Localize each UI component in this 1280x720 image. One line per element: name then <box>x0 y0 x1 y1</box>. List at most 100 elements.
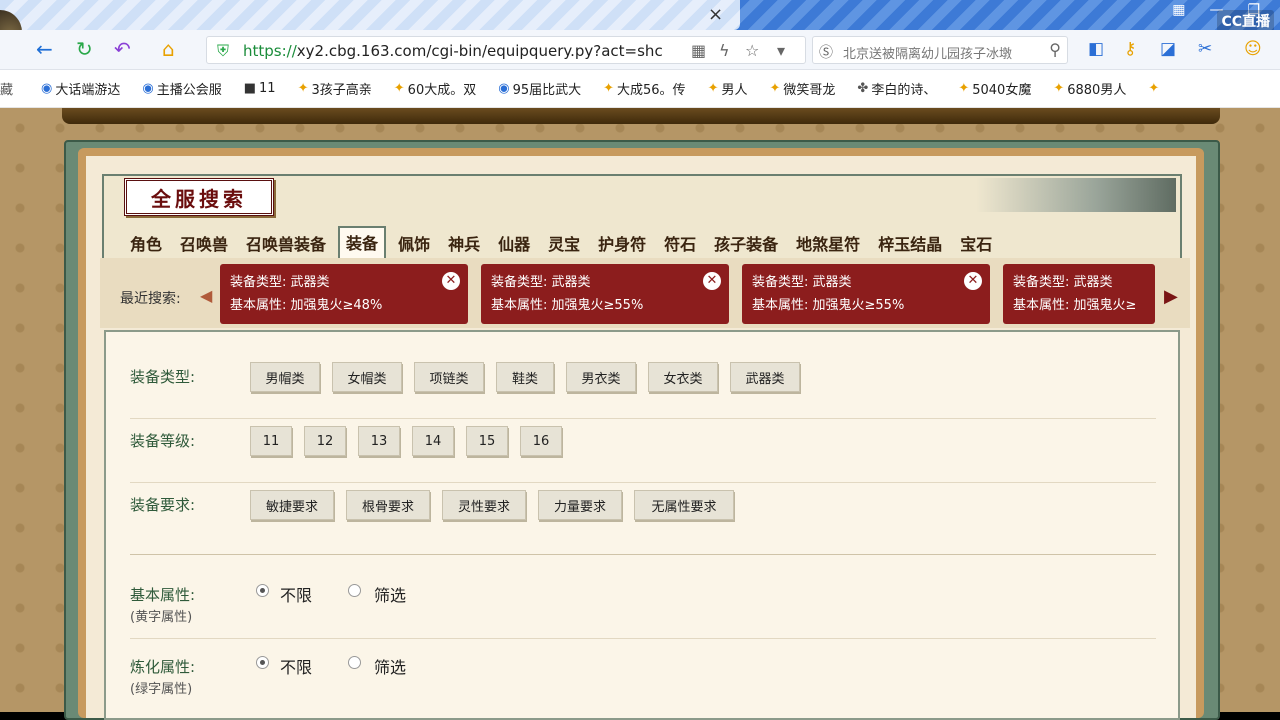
req-button[interactable]: 灵性要求 <box>442 490 526 520</box>
basic-unlimited-radio[interactable] <box>256 584 269 597</box>
tab-jade-crystal[interactable]: 梓玉结晶 <box>878 231 942 258</box>
basic-attr-label: 基本属性: <box>130 586 196 604</box>
level-button[interactable]: 11 <box>250 426 292 456</box>
tab-immortal-item[interactable]: 仙器 <box>498 231 530 258</box>
type-button[interactable]: 男帽类 <box>250 362 320 392</box>
tab-summon[interactable]: 召唤兽 <box>180 231 228 258</box>
chevron-down-icon[interactable]: ▾ <box>777 41 785 60</box>
browser-toolbar: ← ↻ ↶ ⌂ ⛨ https://xy2.cbg.163.com/cgi-bi… <box>0 30 1280 70</box>
page-background: 全服搜索 角色 召唤兽 召唤兽装备 装备 佩饰 神兵 仙器 灵宝 护身符 符石 … <box>0 108 1280 720</box>
recent-search-chip[interactable]: 装备类型: 武器类 基本属性: 加强鬼火≥55% ✕ <box>481 264 729 324</box>
tab-summon-equip[interactable]: 召唤兽装备 <box>246 231 326 258</box>
chip-line: 装备类型: 武器类 <box>491 275 591 290</box>
bookmark-item[interactable]: ✦ 3孩子高亲 <box>298 79 372 98</box>
tab-role[interactable]: 角色 <box>130 231 162 258</box>
level-button[interactable]: 16 <box>520 426 562 456</box>
type-button[interactable]: 项链类 <box>414 362 484 392</box>
back-icon[interactable]: ← <box>36 37 53 61</box>
calendar-icon[interactable]: ▦ <box>1172 2 1185 18</box>
req-button[interactable]: 力量要求 <box>538 490 622 520</box>
reload-icon[interactable]: ↻ <box>76 37 93 61</box>
address-bar[interactable]: ⛨ https://xy2.cbg.163.com/cgi-bin/equipq… <box>206 36 806 64</box>
home-icon[interactable]: ⌂ <box>162 37 175 61</box>
category-tabs: 角色 召唤兽 召唤兽装备 装备 佩饰 神兵 仙器 灵宝 护身符 符石 孩子装备 … <box>130 226 1010 258</box>
key-icon[interactable]: ⚷ <box>1124 39 1136 59</box>
recent-search-chip[interactable]: 装备类型: 武器类 基本属性: 加强鬼火≥ <box>1003 264 1155 324</box>
tab-close-icon[interactable]: × <box>708 4 723 25</box>
bookmark-item[interactable]: ■ 11 <box>244 81 276 96</box>
scroll-right-icon[interactable]: ▶ <box>1164 286 1178 307</box>
level-button[interactable]: 12 <box>304 426 346 456</box>
divider <box>130 482 1156 483</box>
search-input[interactable]: 北京送被隔离幼儿园孩子冰墩 <box>843 43 1039 62</box>
tab-accessory[interactable]: 佩饰 <box>398 231 430 258</box>
refine-unlimited-radio[interactable] <box>256 656 269 669</box>
bookmark-fragment[interactable]: 藏 <box>0 79 13 98</box>
refine-filter-label[interactable]: 筛选 <box>374 654 406 678</box>
tab-child-equip[interactable]: 孩子装备 <box>714 231 778 258</box>
req-button[interactable]: 根骨要求 <box>346 490 430 520</box>
undo-icon[interactable]: ↶ <box>114 37 131 61</box>
type-button[interactable]: 女衣类 <box>648 362 718 392</box>
req-button[interactable]: 无属性要求 <box>634 490 734 520</box>
active-browser-tab[interactable] <box>0 0 740 30</box>
req-button[interactable]: 敏捷要求 <box>250 490 334 520</box>
page-title: 全服搜索 <box>124 178 274 216</box>
search-box[interactable]: Ⓢ 北京送被隔离幼儿园孩子冰墩 ⚲ <box>812 36 1068 64</box>
tab-rune-stone[interactable]: 符石 <box>664 231 696 258</box>
level-button[interactable]: 13 <box>358 426 400 456</box>
basic-filter-label[interactable]: 筛选 <box>374 582 406 606</box>
equip-req-label: 装备要求: <box>130 496 196 514</box>
level-button[interactable]: 15 <box>466 426 508 456</box>
type-button[interactable]: 女帽类 <box>332 362 402 392</box>
browser-tabstrip: × ▦ — ❐ CC直播 <box>0 0 1280 32</box>
bookmark-item[interactable]: ✦ <box>1148 81 1159 96</box>
refine-attr-sub: (绿字属性) <box>130 682 193 697</box>
recent-search-chip[interactable]: 装备类型: 武器类 基本属性: 加强鬼火≥48% ✕ <box>220 264 468 324</box>
lightning-icon[interactable]: ϟ <box>719 41 730 60</box>
search-icon[interactable]: ⚲ <box>1049 40 1061 59</box>
refine-filter-radio[interactable] <box>348 656 361 669</box>
chip-line: 装备类型: 武器类 <box>230 275 330 290</box>
header-scenery <box>976 178 1176 212</box>
bookmark-item[interactable]: ✦ 6880男人 <box>1053 79 1126 98</box>
qr-icon[interactable]: ▦ <box>691 41 706 60</box>
basic-unlimited-label[interactable]: 不限 <box>280 582 312 606</box>
tab-spirit-treasure[interactable]: 灵宝 <box>548 231 580 258</box>
level-button[interactable]: 14 <box>412 426 454 456</box>
close-icon[interactable]: ✕ <box>703 272 721 290</box>
close-icon[interactable]: ✕ <box>442 272 460 290</box>
tab-amulet[interactable]: 护身符 <box>598 231 646 258</box>
scroll-left-icon[interactable]: ◀ <box>200 286 212 305</box>
bookmark-icon: ✦ <box>1148 81 1160 96</box>
tab-gem[interactable]: 宝石 <box>960 231 992 258</box>
recent-search-chip[interactable]: 装备类型: 武器类 基本属性: 加强鬼火≥55% ✕ <box>742 264 990 324</box>
translate-icon[interactable]: ◪ <box>1160 39 1176 59</box>
bookmark-item[interactable]: ◉ 主播公会服 <box>142 79 221 98</box>
recent-searches: 最近搜索: ◀ 装备类型: 武器类 基本属性: 加强鬼火≥48% ✕ 装备类型:… <box>100 258 1190 328</box>
star-icon[interactable]: ☆ <box>745 41 759 60</box>
filter-panel: 装备类型: 男帽类 女帽类 项链类 鞋类 男衣类 女衣类 武器类 装备等级: 1… <box>104 330 1180 720</box>
type-button[interactable]: 鞋类 <box>496 362 554 392</box>
extension-icon[interactable]: ◧ <box>1088 39 1104 59</box>
refine-unlimited-label[interactable]: 不限 <box>280 654 312 678</box>
bookmark-item[interactable]: ✤ 李白的诗、 <box>857 79 936 98</box>
emoji-icon[interactable]: ☺ <box>1244 39 1262 59</box>
bookmark-item[interactable]: ✦ 微笑哥龙 <box>769 79 835 98</box>
tab-divine-weapon[interactable]: 神兵 <box>448 231 480 258</box>
bookmark-item[interactable]: ✦ 大成56。传 <box>603 79 685 98</box>
bookmark-item[interactable]: ◉ 95届比武大 <box>498 79 581 98</box>
bookmark-icon: ✦ <box>958 81 970 96</box>
scissors-icon[interactable]: ✂ <box>1198 39 1212 59</box>
tab-equipment[interactable]: 装备 <box>338 226 387 258</box>
close-icon[interactable]: ✕ <box>964 272 982 290</box>
type-button[interactable]: 男衣类 <box>566 362 636 392</box>
type-button[interactable]: 武器类 <box>730 362 800 392</box>
bookmark-item[interactable]: ✦ 60大成。双 <box>394 79 476 98</box>
basic-filter-radio[interactable] <box>348 584 361 597</box>
bookmark-item[interactable]: ✦ 男人 <box>708 79 748 98</box>
bookmark-item[interactable]: ✦ 5040女魔 <box>958 79 1031 98</box>
url-text[interactable]: https://xy2.cbg.163.com/cgi-bin/equipque… <box>243 42 663 60</box>
bookmark-item[interactable]: ◉ 大话端游达 <box>41 79 120 98</box>
tab-star-rune[interactable]: 地煞星符 <box>796 231 860 258</box>
